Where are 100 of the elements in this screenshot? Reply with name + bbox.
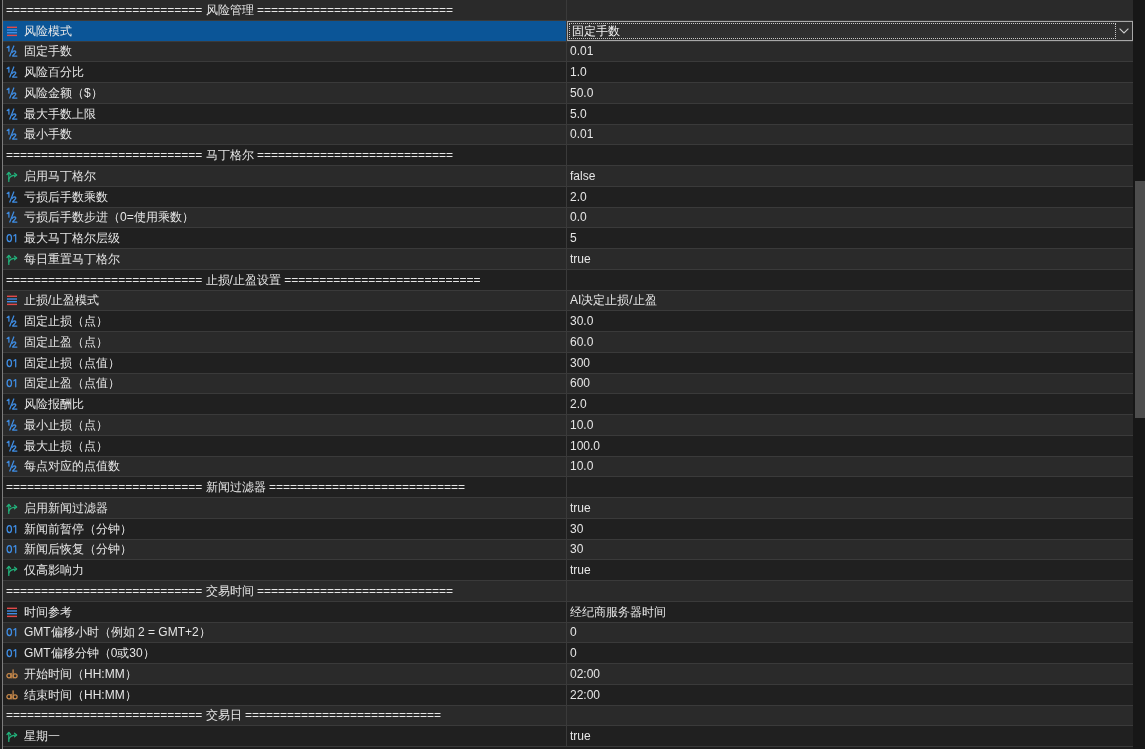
- table-row[interactable]: 时间参考 经纪商服务器时间: [3, 601, 1133, 623]
- section-header: ============================ 新闻过滤器 ============================: [6, 480, 466, 495]
- half-icon: [6, 45, 18, 58]
- parameter-value: 30: [570, 521, 584, 536]
- table-row[interactable]: 仅高影响力 true: [3, 560, 1133, 581]
- parameter-value: 30.0: [570, 314, 594, 329]
- table-row[interactable]: ============================ 交易日 ============================: [3, 705, 1133, 727]
- fork-arrow-icon: [6, 252, 18, 265]
- table-row[interactable]: 最大止损（点） 100.0: [3, 435, 1133, 457]
- zero-one-icon: [6, 522, 18, 535]
- parameter-value: 10.0: [570, 417, 594, 432]
- table-row[interactable]: 风险金额（$） 50.0: [3, 83, 1133, 104]
- parameter-name: 每点对应的点值数: [24, 459, 120, 474]
- parameter-name: 仅高影响力: [24, 563, 84, 578]
- parameter-value: true: [570, 251, 591, 266]
- parameter-name: 星期一: [24, 729, 60, 744]
- table-row[interactable]: 固定止盈（点） 60.0: [3, 332, 1133, 353]
- half-icon: [6, 439, 18, 452]
- list-lines-icon: [6, 294, 18, 307]
- parameter-name: 固定止损（点值）: [24, 355, 120, 370]
- parameter-name: 风险百分比: [24, 65, 84, 80]
- parameter-value: 50.0: [570, 85, 594, 100]
- table-row[interactable]: GMT偏移小时（例如 2 = GMT+2） 0: [3, 622, 1133, 644]
- table-row[interactable]: ============================ 新闻过滤器 ============================: [3, 477, 1133, 498]
- parameter-name: 固定手数: [24, 44, 72, 59]
- parameter-value: 30: [570, 542, 584, 557]
- table-row[interactable]: 每点对应的点值数 10.0: [3, 456, 1133, 478]
- half-icon: [6, 315, 18, 328]
- parameter-name: 固定止盈（点值）: [24, 376, 120, 391]
- table-row[interactable]: 启用马丁格尔 false: [3, 166, 1133, 187]
- table-row[interactable]: ============================ 止损/止盈设置 ============================: [3, 269, 1133, 291]
- parameter-name: GMT偏移小时（例如 2 = GMT+2）: [24, 625, 211, 640]
- table-row[interactable]: 启用新闻过滤器 true: [3, 498, 1133, 519]
- table-row[interactable]: 星期一 true: [3, 726, 1133, 747]
- table-row[interactable]: ============================ 马丁格尔 ============================: [3, 145, 1133, 166]
- parameter-value: 0.0: [570, 210, 587, 225]
- parameter-name: 风险报酬比: [24, 397, 84, 412]
- half-icon: [6, 211, 18, 224]
- half-icon: [6, 398, 18, 411]
- table-row[interactable]: GMT偏移分钟（0或30） 0: [3, 643, 1133, 664]
- table-row[interactable]: 结束时间（HH:MM） 22:00: [3, 684, 1133, 706]
- table-row[interactable]: ============================ 交易时间 ============================: [3, 581, 1133, 602]
- zero-one-icon: [6, 543, 18, 556]
- table-row[interactable]: 最大马丁格尔层级 5: [3, 228, 1133, 249]
- table-row[interactable]: 开始时间（HH:MM） 02:00: [3, 664, 1133, 685]
- parameter-name: 最大止损（点）: [24, 438, 108, 453]
- parameter-name: 最大马丁格尔层级: [24, 231, 120, 246]
- parameter-value: 1.0: [570, 65, 587, 80]
- table-row[interactable]: 最小止损（点） 10.0: [3, 415, 1133, 436]
- dropdown-field[interactable]: 固定手数: [567, 20, 1133, 41]
- parameter-name: 风险模式: [24, 23, 72, 38]
- table-row[interactable]: 固定手数 0.01: [3, 41, 1133, 63]
- parameter-name: 新闻后恢复（分钟）: [24, 542, 132, 557]
- table-row[interactable]: 亏损后手数乘数 2.0: [3, 186, 1133, 208]
- parameter-name: 亏损后手数乘数: [24, 189, 108, 204]
- table-row[interactable]: 止损/止盈模式 AI决定止损/止盈: [3, 290, 1133, 312]
- parameter-value: false: [570, 168, 596, 183]
- table-row[interactable]: 新闻前暂停（分钟） 30: [3, 518, 1133, 540]
- parameter-value: 0: [570, 646, 577, 661]
- list-lines-icon: [6, 24, 18, 37]
- parameter-value: 0: [570, 625, 577, 640]
- fork-arrow-icon: [6, 169, 18, 182]
- table-row[interactable]: 每日重置马丁格尔 true: [3, 249, 1133, 270]
- half-icon: [6, 460, 18, 473]
- parameter-name: 亏损后手数步进（0=使用乘数）: [24, 210, 194, 225]
- parameter-value: true: [570, 563, 591, 578]
- parameter-value: AI决定止损/止盈: [570, 293, 657, 308]
- parameter-value: 2.0: [570, 189, 587, 204]
- parameter-name: 开始时间（HH:MM）: [24, 666, 137, 681]
- section-header: ============================ 马丁格尔 ============================: [6, 148, 454, 163]
- scrollbar-thumb[interactable]: [1135, 181, 1145, 418]
- table-row[interactable]: 最小手数 0.01: [3, 124, 1133, 146]
- table-row[interactable]: 风险百分比 1.0: [3, 62, 1133, 83]
- parameter-value: true: [570, 729, 591, 744]
- zero-one-icon: [6, 356, 18, 369]
- parameter-value: 100.0: [570, 438, 601, 453]
- table-row[interactable]: 风险报酬比 2.0: [3, 394, 1133, 415]
- parameter-name: 结束时间（HH:MM）: [24, 687, 137, 702]
- parameter-name: 风险金额（$）: [24, 85, 103, 100]
- table-row[interactable]: 新闻后恢复（分钟） 30: [3, 539, 1133, 561]
- table-row[interactable]: 固定止损（点值） 300: [3, 352, 1133, 374]
- ab-icon: [6, 688, 18, 701]
- parameter-name: 启用新闻过滤器: [24, 500, 108, 515]
- parameter-name: 时间参考: [24, 604, 72, 619]
- table-row[interactable]: 固定止损（点） 30.0: [3, 311, 1133, 332]
- table-row[interactable]: 风险模式 固定手数: [3, 20, 1133, 42]
- fork-arrow-icon: [6, 501, 18, 514]
- parameter-value: 60.0: [570, 334, 594, 349]
- table-row[interactable]: 最大手数上限 5.0: [3, 103, 1133, 125]
- parameter-value: 10.0: [570, 459, 594, 474]
- table-row[interactable]: ============================ 风险管理 ============================: [3, 0, 1133, 21]
- table-row[interactable]: 固定止盈（点值） 600: [3, 373, 1133, 395]
- section-header: ============================ 交易时间 ============================: [6, 583, 454, 598]
- zero-one-icon: [6, 232, 18, 245]
- half-icon: [6, 66, 18, 79]
- table-row[interactable]: 亏损后手数步进（0=使用乘数） 0.0: [3, 207, 1133, 229]
- parameter-value: 22:00: [570, 687, 601, 702]
- section-header: ============================ 止损/止盈设置 ============================: [6, 272, 481, 287]
- parameter-name: 每日重置马丁格尔: [24, 251, 120, 266]
- section-header: ============================ 交易日 ============================: [6, 708, 442, 723]
